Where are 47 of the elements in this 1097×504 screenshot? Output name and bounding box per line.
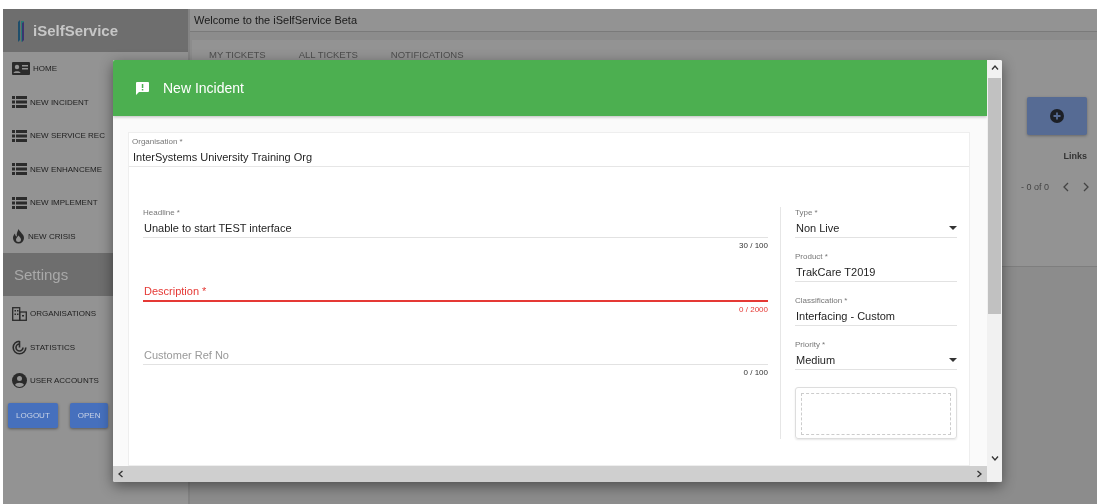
input-field[interactable]: Headline * Unable to start TEST interface (143, 207, 768, 238)
horizontal-scrollbar[interactable] (113, 466, 1002, 482)
caret-icon (949, 358, 957, 362)
alert-message-icon (136, 81, 149, 95)
add-button[interactable] (1027, 97, 1087, 135)
list-icon (12, 163, 27, 176)
sidebar-item[interactable]: NEW ENHANCEME (3, 152, 104, 186)
logo-icon (17, 19, 25, 42)
list-icon (12, 96, 27, 109)
previous-page-icon[interactable] (1063, 182, 1069, 192)
sidebar-item[interactable]: NEW CRISIS (3, 219, 78, 253)
swirl-icon (12, 339, 27, 355)
plus-circle-icon (1050, 109, 1064, 123)
sidebar-button[interactable]: OPEN (69, 402, 109, 428)
character-counter: 0 / 2000 (738, 304, 768, 316)
list-icon (12, 129, 27, 142)
sidebar-item[interactable]: NEW IMPLEMENT (3, 186, 100, 220)
caret-icon (949, 226, 957, 230)
dropdown-field[interactable]: Priority * Medium (795, 339, 957, 370)
page-title-bar: Welcome to the iSelfService Beta (190, 9, 1097, 32)
list-icon (12, 196, 27, 209)
contact-card-icon (12, 62, 30, 76)
section-heading: Settings (14, 266, 69, 283)
flame-icon (12, 228, 25, 244)
sidebar-item[interactable]: USER ACCOUNTS (3, 364, 101, 398)
input-field[interactable]: Product * TrakCare T2019 (795, 251, 957, 282)
dropdown-field[interactable]: Type * Non Live (795, 207, 957, 238)
column-header: Links (1063, 151, 1087, 161)
input-field[interactable]: Customer Ref No (143, 334, 768, 365)
dialog-title: New Incident (163, 80, 244, 96)
input-field[interactable]: Organisation * InterSystems University Training Org (132, 136, 969, 166)
sidebar-item[interactable]: HOME (3, 52, 59, 86)
sidebar-item[interactable]: ORGANISATIONS (3, 297, 99, 331)
pagination-range: - 0 of 0 (1021, 182, 1049, 192)
next-page-icon[interactable] (1083, 182, 1089, 192)
input-field[interactable]: Classification * Interfacing - Custom (795, 295, 957, 326)
sidebar-button[interactable]: LOGOUT (8, 402, 58, 428)
vertical-scrollbar[interactable] (987, 60, 1002, 466)
building-icon (12, 306, 27, 321)
person-circle-icon (12, 373, 27, 389)
sidebar-item[interactable]: NEW INCIDENT (3, 85, 91, 119)
input-field[interactable]: Description * (143, 270, 768, 302)
character-counter: 0 / 100 (742, 367, 768, 379)
sidebar-item[interactable]: STATISTICS (3, 330, 78, 364)
brand-name: iSelfService (33, 22, 119, 39)
sidebar-item[interactable]: NEW SERVICE REC (3, 119, 107, 153)
character-counter: 30 / 100 (738, 240, 768, 252)
